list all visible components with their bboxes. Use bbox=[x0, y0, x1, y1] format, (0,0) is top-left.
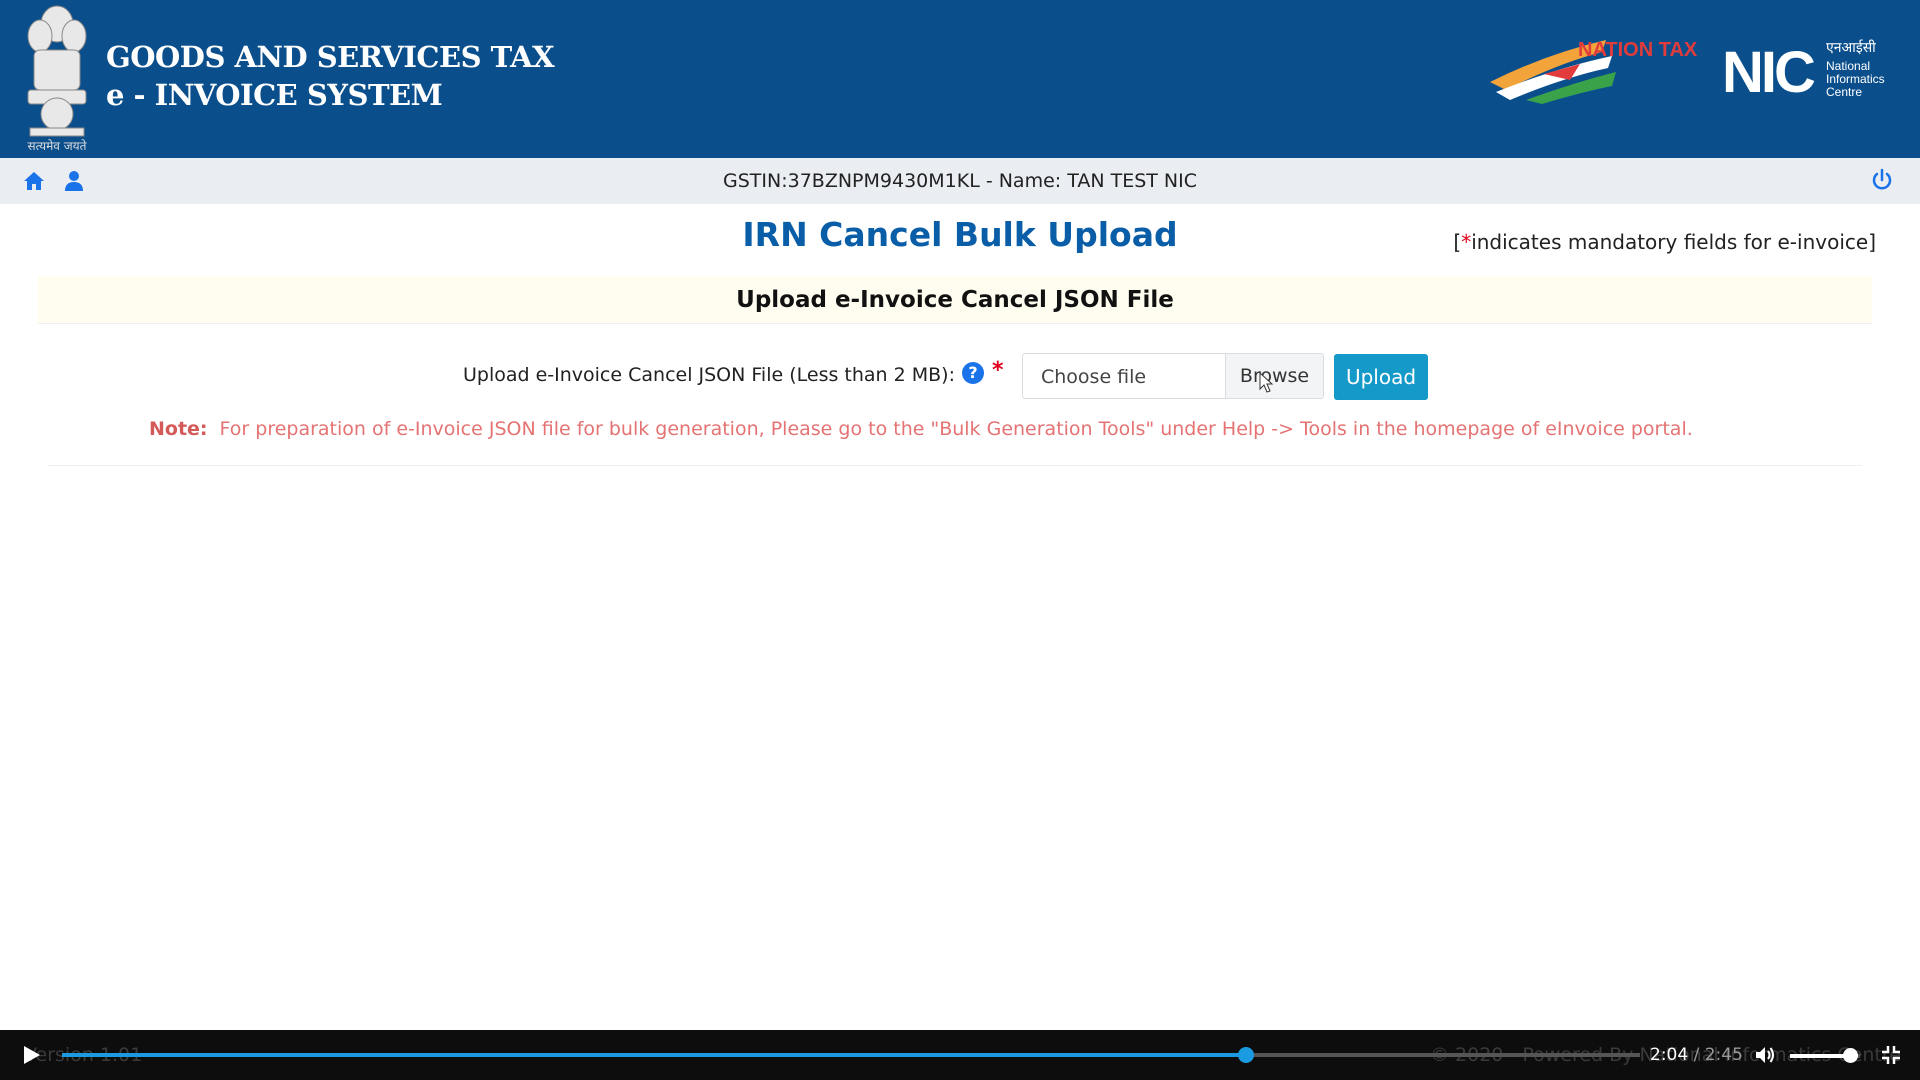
emblem-motto: सत्यमेव जयते bbox=[28, 139, 88, 153]
current-time: 2:04 bbox=[1650, 1045, 1689, 1065]
time-separator: / bbox=[1688, 1045, 1705, 1065]
seek-bar-progress bbox=[62, 1053, 1246, 1057]
mandatory-star: * bbox=[1461, 230, 1472, 254]
top-nav-bar: GSTIN:37BZNPM9430M1KL - Name: TAN TEST N… bbox=[0, 158, 1920, 204]
nic-logo: NIC एनआईसी National Informatics Centre bbox=[1722, 39, 1885, 100]
mandatory-fields-note: [*indicates mandatory fields for e-invoi… bbox=[1453, 230, 1876, 254]
bulk-generation-note: Note: For preparation of e-Invoice JSON f… bbox=[149, 418, 1693, 440]
nic-logo-abbr: NIC bbox=[1722, 40, 1815, 100]
national-emblem-logo: सत्यमेव जयते bbox=[27, 5, 88, 153]
volume-handle[interactable] bbox=[1842, 1048, 1858, 1063]
fullscreen-exit-icon[interactable] bbox=[1880, 1044, 1902, 1066]
content-divider bbox=[48, 465, 1862, 466]
browse-button[interactable]: Browse bbox=[1225, 354, 1323, 398]
nic-logo-hindi: एनआईसी bbox=[1826, 39, 1876, 56]
play-icon[interactable] bbox=[20, 1044, 42, 1066]
seek-bar[interactable] bbox=[62, 1047, 1640, 1063]
ntm-logo-text: NATION TAX MARKET bbox=[1578, 39, 1702, 61]
brand-title: GOODS AND SERVICES TAX e - INVOICE SYSTE… bbox=[106, 38, 555, 114]
volume-slider[interactable] bbox=[1790, 1048, 1860, 1063]
file-input-placeholder: Choose file bbox=[1041, 366, 1147, 388]
volume-icon[interactable] bbox=[1753, 1043, 1777, 1067]
seek-bar-handle[interactable] bbox=[1237, 1047, 1254, 1063]
upload-button[interactable]: Upload bbox=[1334, 354, 1428, 400]
required-star: * bbox=[992, 358, 1004, 383]
total-time: 2:45 bbox=[1704, 1045, 1743, 1065]
svg-text:National: National bbox=[1826, 59, 1870, 73]
power-icon[interactable] bbox=[1870, 168, 1894, 192]
upload-field-label: Upload e-Invoice Cancel JSON File (Less … bbox=[462, 364, 955, 386]
brand-title-line1: GOODS AND SERVICES TAX bbox=[106, 40, 555, 74]
video-player-controls: Version 1.01 © 2020 - Powered By Nationa… bbox=[0, 1030, 1920, 1080]
help-icon[interactable]: ? bbox=[962, 362, 984, 384]
nation-tax-market-logo: NATION TAX MARKET bbox=[1490, 39, 1702, 104]
time-display: 2:04 / 2:45 bbox=[1650, 1045, 1743, 1065]
volume-level bbox=[1790, 1054, 1850, 1058]
note-label: Note: bbox=[149, 418, 208, 440]
mandatory-text: indicates mandatory fields for e-invoice bbox=[1471, 230, 1869, 254]
mouse-cursor-icon bbox=[1259, 372, 1273, 393]
svg-text:Centre: Centre bbox=[1826, 85, 1862, 99]
section-title: Upload e-Invoice Cancel JSON File bbox=[38, 276, 1872, 324]
site-header: सत्यमेव जयते GOODS AND SERVICES TAX e - … bbox=[0, 0, 1920, 158]
gstin-name-display: GSTIN:37BZNPM9430M1KL - Name: TAN TEST N… bbox=[723, 170, 1197, 192]
brand-title-line2: e - INVOICE SYSTEM bbox=[106, 78, 443, 112]
json-file-input[interactable]: Choose file Browse bbox=[1022, 353, 1324, 399]
note-text: For preparation of e-Invoice JSON file f… bbox=[219, 418, 1693, 440]
svg-text:Informatics: Informatics bbox=[1826, 72, 1885, 86]
